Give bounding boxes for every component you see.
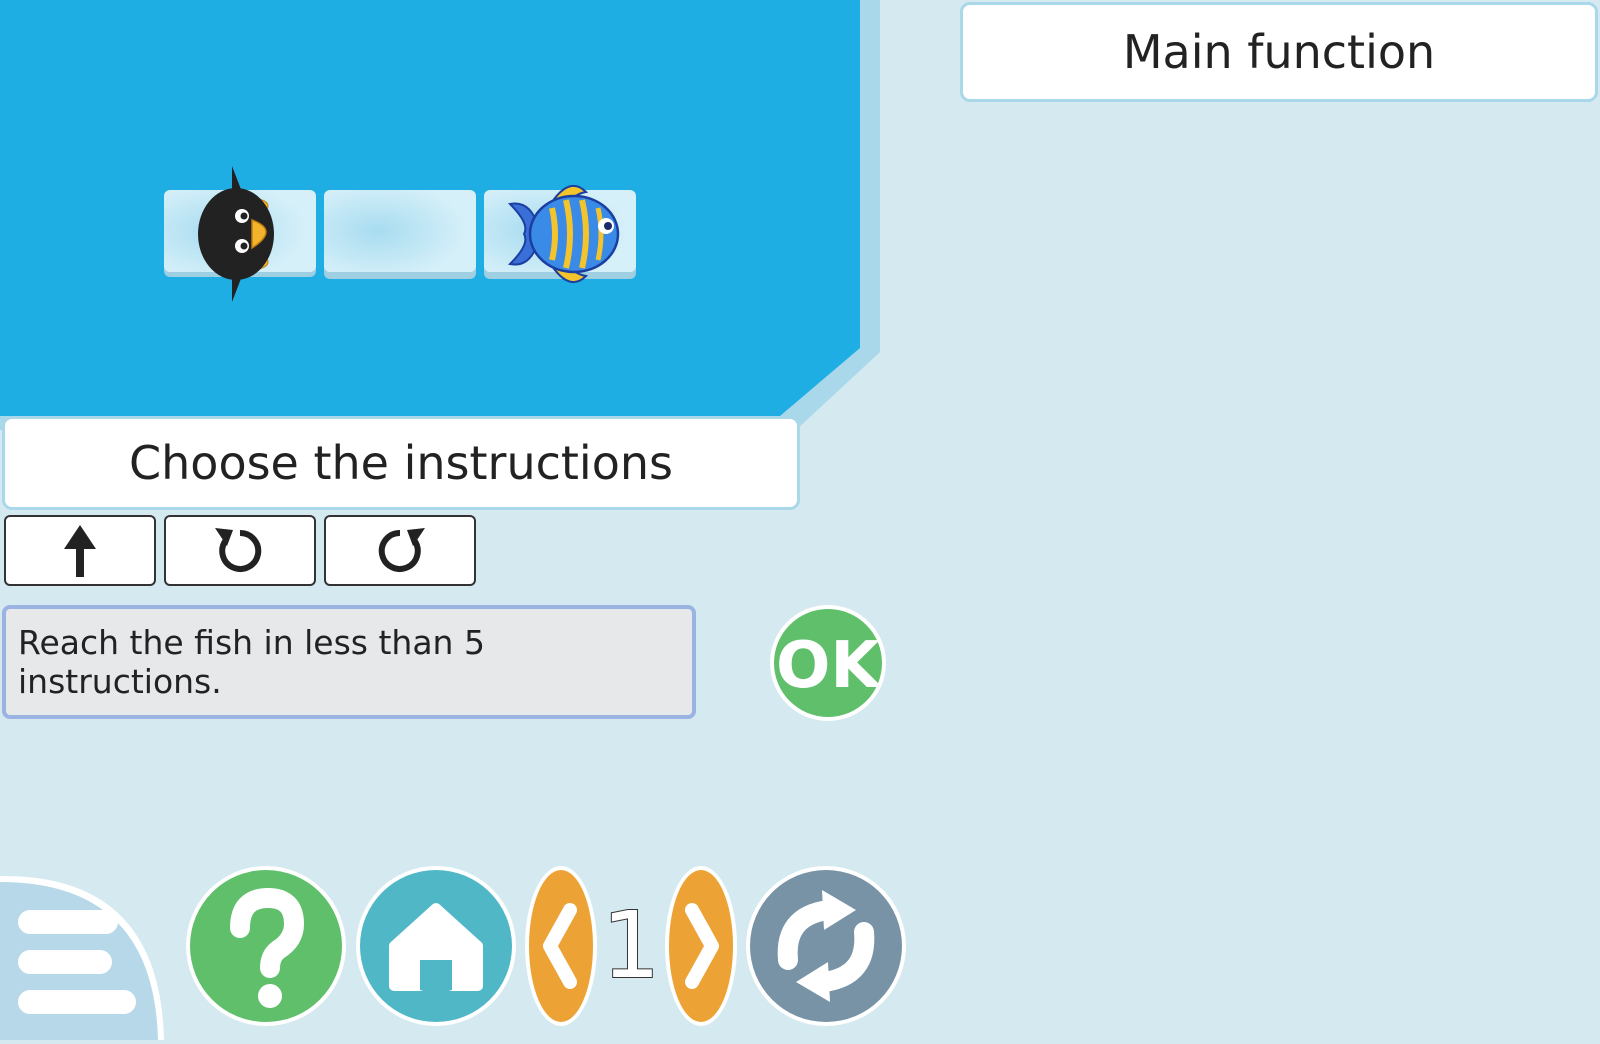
ice-tile xyxy=(324,190,476,279)
help-icon xyxy=(186,866,346,1026)
rotate-right-icon xyxy=(378,527,425,572)
program-title: Main function xyxy=(960,2,1598,102)
next-level-button[interactable] xyxy=(664,864,738,1028)
forward-instruction-button[interactable] xyxy=(4,515,156,586)
chevron-left-icon xyxy=(525,866,597,1026)
turn-right-instruction-button[interactable] xyxy=(324,515,476,586)
rotate-left-icon xyxy=(215,527,262,572)
menu-button[interactable] xyxy=(0,874,166,1040)
up-arrow-icon xyxy=(64,524,96,577)
home-icon xyxy=(356,866,516,1026)
level-number: 1 xyxy=(601,891,662,1000)
ok-label: OK xyxy=(776,629,882,703)
reset-button[interactable] xyxy=(744,864,908,1028)
ok-button[interactable]: OK xyxy=(768,603,888,723)
objective-text: Reach the fish in less than 5 instructio… xyxy=(2,605,696,719)
game-board xyxy=(0,0,880,430)
chevron-right-icon xyxy=(665,866,737,1026)
help-button[interactable] xyxy=(184,864,348,1028)
home-button[interactable] xyxy=(354,864,518,1028)
menu-icon xyxy=(0,875,164,1040)
previous-level-button[interactable] xyxy=(524,864,598,1028)
toolbox-title: Choose the instructions xyxy=(2,416,800,510)
reset-icon xyxy=(746,866,906,1026)
turn-left-instruction-button[interactable] xyxy=(164,515,316,586)
